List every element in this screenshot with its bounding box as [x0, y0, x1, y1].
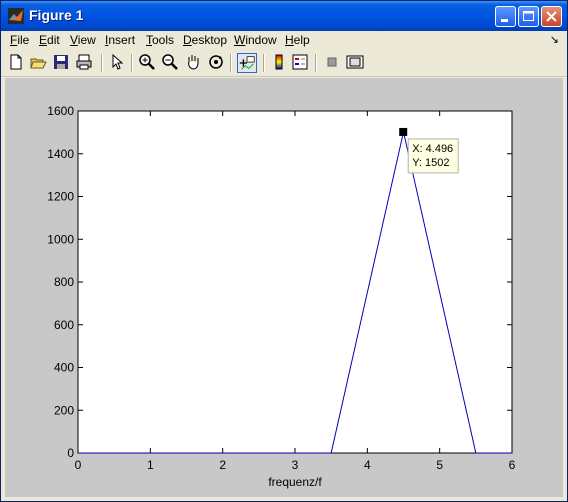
x-tick-label: 5: [436, 458, 443, 472]
toolbar-separator: [315, 54, 317, 72]
data-tip-x-label: X: 4.496: [412, 143, 453, 155]
legend-icon[interactable]: [291, 53, 309, 71]
zoom-out-icon[interactable]: [161, 53, 179, 71]
figure-toolbar: [1, 50, 567, 77]
zoom-in-icon[interactable]: [138, 53, 156, 71]
y-tick-label: 400: [54, 361, 74, 375]
line-plot[interactable]: 0 200 400 600 800 1000 1200 1400 1600 0 1 2 3 4 5 6 X:…: [5, 78, 563, 497]
show-plot-tools-icon[interactable]: [346, 53, 364, 71]
y-tick-label: 1000: [47, 232, 74, 246]
y-tick-label: 1400: [47, 147, 74, 161]
maximize-icon: [523, 11, 534, 21]
y-tick-label: 200: [54, 403, 74, 417]
new-figure-icon[interactable]: [7, 53, 25, 71]
figure-window: Figure 1 File Edit View Insert Tools Des…: [0, 0, 568, 502]
pan-hand-icon[interactable]: [184, 53, 202, 71]
close-button[interactable]: [541, 6, 562, 27]
edit-plot-arrow-icon[interactable]: [108, 53, 126, 71]
hide-plot-tools-icon[interactable]: [323, 53, 341, 71]
window-title: Figure 1: [29, 7, 84, 23]
close-icon: [546, 11, 557, 22]
minimize-button[interactable]: [495, 6, 516, 27]
y-tick-label: 600: [54, 318, 74, 332]
dock-arrow-icon[interactable]: ↘: [550, 33, 559, 46]
y-tick-label: 1200: [47, 190, 74, 204]
toolbar-separator: [101, 54, 103, 72]
maximize-button[interactable]: [518, 6, 539, 27]
y-tick-label: 0: [67, 446, 74, 460]
save-icon[interactable]: [52, 53, 70, 71]
menu-file[interactable]: File: [10, 33, 29, 47]
data-cursor-icon[interactable]: [237, 53, 257, 73]
open-file-icon[interactable]: [29, 53, 47, 71]
toolbar-separator: [230, 54, 232, 72]
menu-view[interactable]: View: [70, 33, 96, 47]
x-tick-label: 0: [75, 458, 82, 472]
menu-help[interactable]: Help: [285, 33, 310, 47]
menu-insert[interactable]: Insert: [105, 33, 135, 47]
print-icon[interactable]: [75, 53, 93, 71]
y-tick-label: 800: [54, 275, 74, 289]
data-tip-y-label: Y: 1502: [412, 157, 449, 169]
y-tick-label: 1600: [47, 104, 74, 118]
x-axis-label: frequenz/f: [268, 475, 322, 489]
toolbar-separator: [131, 54, 133, 72]
matlab-logo-icon: [8, 8, 24, 24]
x-tick-label: 4: [364, 458, 371, 472]
x-tick-label: 1: [147, 458, 154, 472]
menu-desktop[interactable]: Desktop: [183, 33, 227, 47]
menu-edit[interactable]: Edit: [39, 33, 60, 47]
menu-window[interactable]: Window: [234, 33, 277, 47]
rotate-3d-icon[interactable]: [207, 53, 225, 71]
toolbar-separator: [263, 54, 265, 72]
x-tick-label: 2: [219, 458, 226, 472]
x-tick-label: 6: [509, 458, 516, 472]
colorbar-icon[interactable]: [270, 53, 288, 71]
minimize-icon: [501, 19, 508, 22]
figure-canvas: 0 200 400 600 800 1000 1200 1400 1600 0 1 2 3 4 5 6 X:…: [5, 78, 563, 497]
title-bar[interactable]: Figure 1: [1, 1, 567, 31]
data-tip-marker[interactable]: [399, 127, 408, 136]
x-tick-label: 3: [292, 458, 299, 472]
menu-tools[interactable]: Tools: [146, 33, 174, 47]
menu-bar: File Edit View Insert Tools Desktop Wind…: [1, 31, 567, 50]
